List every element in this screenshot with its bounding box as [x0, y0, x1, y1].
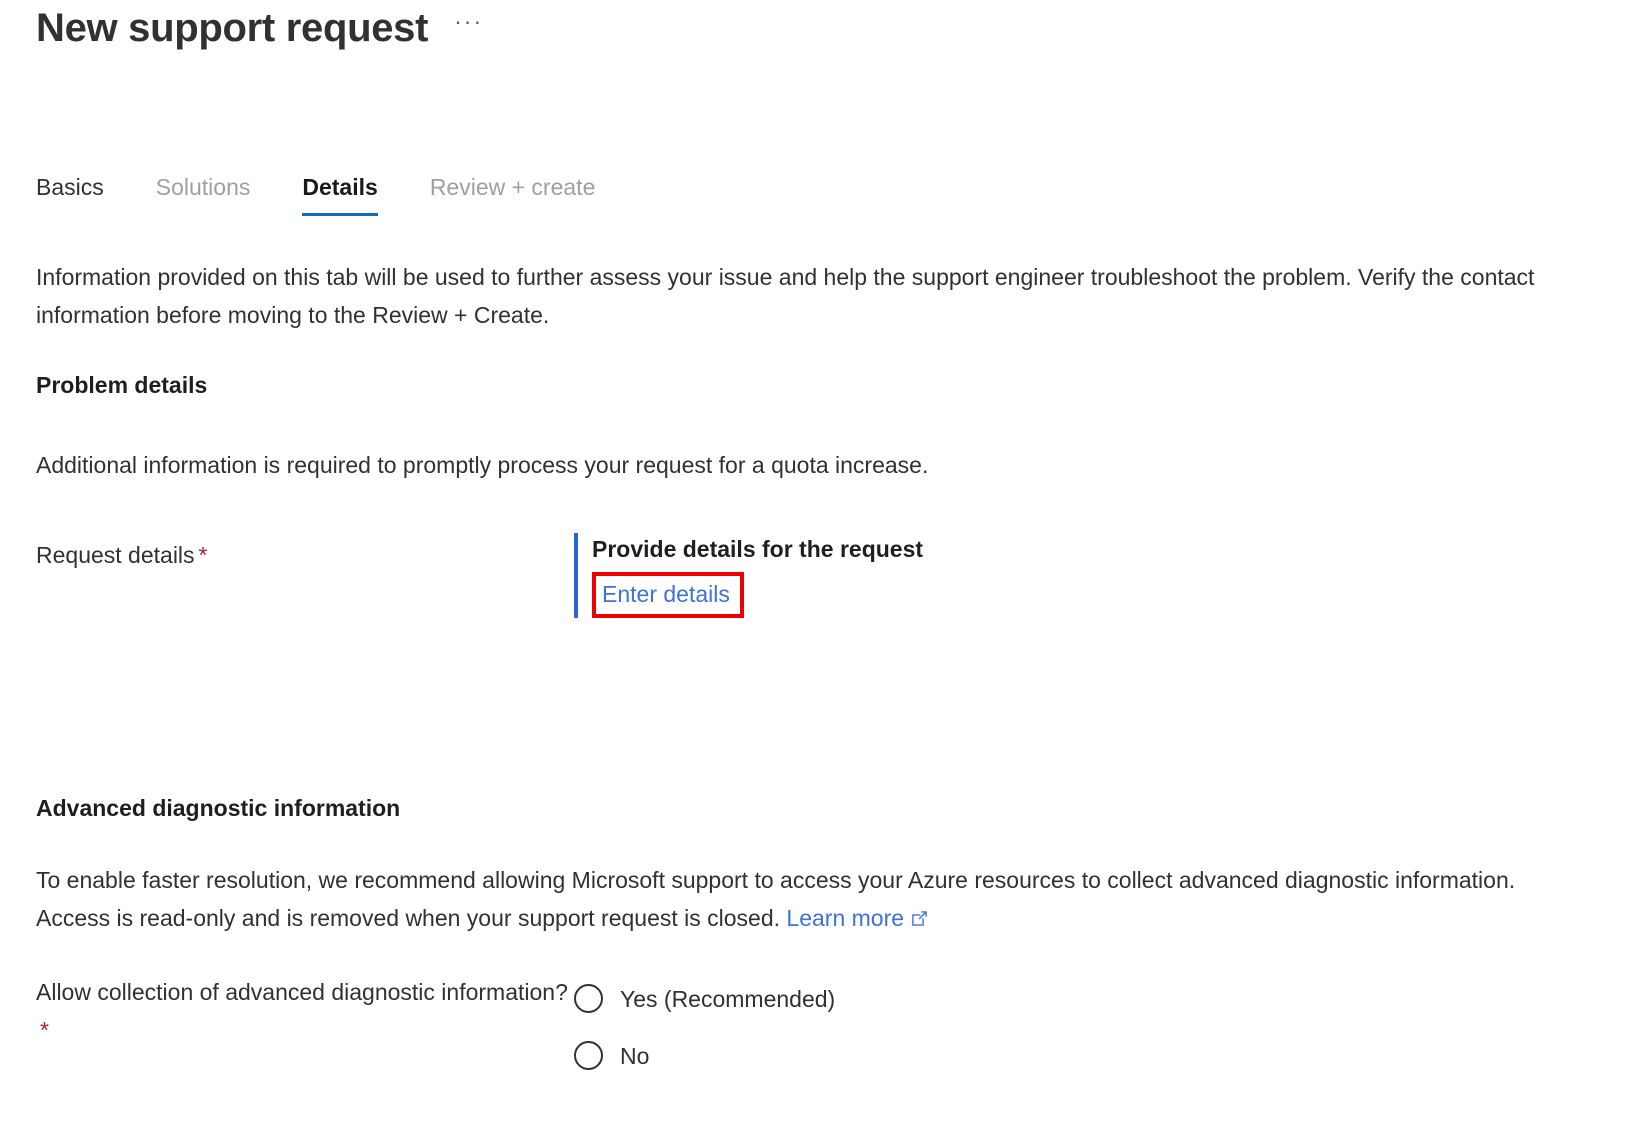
learn-more-link[interactable]: Learn more [786, 905, 904, 931]
more-actions-icon[interactable]: ··· [454, 10, 483, 45]
tab-basics[interactable]: Basics [36, 172, 132, 216]
required-asterisk-diagnostic: * [40, 1017, 49, 1043]
tab-details[interactable]: Details [302, 172, 405, 216]
problem-details-description: Additional information is required to pr… [36, 452, 929, 478]
diagnostic-consent-row: Allow collection of advanced diagnostic … [36, 970, 1236, 1084]
problem-details-heading: Problem details [36, 372, 208, 398]
radio-circle-yes-icon[interactable] [574, 984, 603, 1013]
radio-circle-no-icon[interactable] [574, 1041, 603, 1070]
intro-text: Information provided on this tab will be… [36, 264, 1535, 328]
tab-solutions[interactable]: Solutions [156, 172, 279, 216]
diagnostic-question-label: Allow collection of advanced diagnostic … [36, 970, 574, 1049]
request-details-label: Request details * [36, 533, 574, 574]
provide-details-title: Provide details for the request [592, 536, 924, 562]
page-title: New support request [36, 6, 429, 50]
advanced-diagnostic-heading: Advanced diagnostic information [36, 795, 401, 821]
request-details-control: Provide details for the request Enter de… [574, 533, 1136, 618]
radio-label-no: No [620, 1042, 650, 1069]
enter-details-highlight: Enter details [592, 572, 744, 618]
tab-review-create[interactable]: Review + create [430, 172, 624, 216]
request-details-row: Request details * Provide details for the… [36, 533, 1136, 618]
advanced-diagnostic-description-text: To enable faster resolution, we recommen… [36, 867, 1516, 931]
required-asterisk: * [198, 542, 208, 568]
wizard-tabs: Basics Solutions Details Review + create [36, 172, 623, 216]
radio-option-yes[interactable]: Yes (Recommended) [574, 970, 1236, 1027]
external-link-icon[interactable] [911, 910, 928, 927]
request-details-label-text: Request details [36, 542, 195, 568]
diagnostic-radio-group: Yes (Recommended) No [574, 970, 1236, 1084]
advanced-diagnostic-description: To enable faster resolution, we recommen… [36, 861, 1546, 937]
diagnostic-question-text: Allow collection of advanced diagnostic … [36, 979, 568, 1005]
page-header: New support request ··· [36, 0, 483, 56]
enter-details-link[interactable]: Enter details [602, 581, 730, 607]
radio-label-yes: Yes (Recommended) [620, 985, 836, 1012]
radio-option-no[interactable]: No [574, 1027, 1236, 1084]
